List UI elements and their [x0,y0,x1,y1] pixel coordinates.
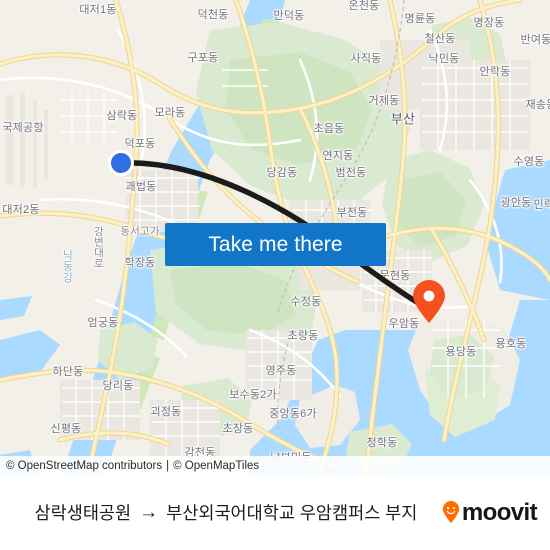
map-canvas[interactable]: 대저1동덕천동만덕동온천동명륜동명장동구포동사직동철산동반여동낙민동안락동재송동… [0,0,550,475]
attribution-separator: | [166,459,170,472]
destination-pin[interactable] [412,280,446,324]
map-screen: 대저1동덕천동만덕동온천동명륜동명장동구포동사직동철산동반여동낙민동안락동재송동… [0,0,550,550]
moovit-wordmark: moovit [461,498,538,526]
map-attribution: © OpenStreetMap contributors | © OpenMap… [0,456,550,475]
moovit-logo[interactable]: moovit [442,499,550,527]
attribution-osm[interactable]: © OpenStreetMap contributors [6,460,162,472]
origin-dot[interactable] [108,150,134,176]
attribution-tiles[interactable]: © OpenMapTiles [173,460,259,472]
trip-footer: 삼락생태공원 → 부산외국어대학교 우암캠퍼스 부지 moovit [0,475,550,550]
trip-summary: 삼락생태공원 → 부산외국어대학교 우암캠퍼스 부지 [0,500,442,525]
arrow-icon: → [139,502,159,523]
trip-origin: 삼락생태공원 [34,503,132,523]
moovit-pin-icon [442,501,460,524]
trip-destination: 부산외국어대학교 우암캠퍼스 부지 [166,503,418,523]
take-me-there-button[interactable]: Take me there [165,223,386,266]
